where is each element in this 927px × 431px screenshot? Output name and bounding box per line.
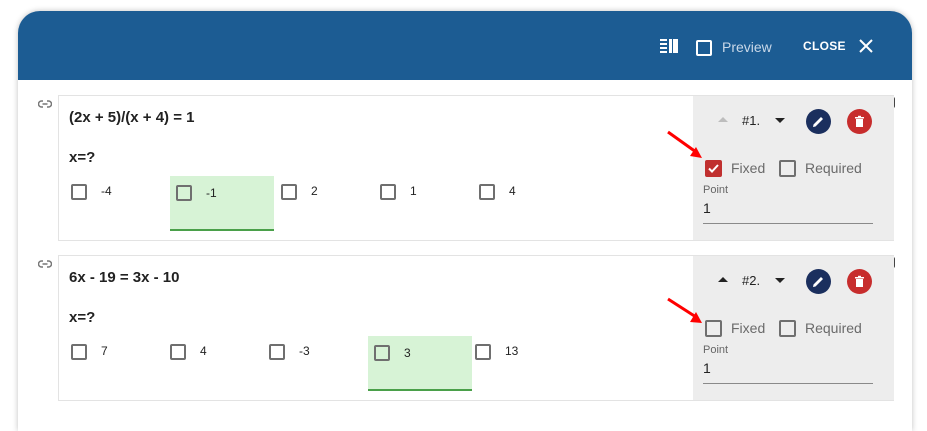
- preview-checkbox[interactable]: [696, 40, 712, 56]
- arrow-up-icon[interactable]: [718, 117, 728, 122]
- answer-checkbox[interactable]: [170, 344, 186, 360]
- point-label: Point: [703, 184, 729, 196]
- fixed-label: Fixed: [731, 160, 766, 176]
- answer-label: 7: [101, 344, 108, 358]
- delete-question-button[interactable]: [847, 109, 872, 134]
- answer-label: -4: [101, 184, 112, 198]
- answer-label: -3: [299, 344, 310, 358]
- close-icon[interactable]: [856, 36, 876, 56]
- question-number: #2.: [742, 273, 761, 288]
- answer-label: 2: [311, 184, 318, 198]
- answer-option[interactable]: 4: [478, 176, 582, 231]
- edit-question-button[interactable]: [806, 269, 831, 294]
- point-label: Point: [703, 344, 729, 356]
- link-icon[interactable]: [38, 259, 52, 269]
- pencil-icon: [813, 117, 823, 127]
- pencil-icon: [813, 277, 823, 287]
- answer-option[interactable]: 1: [379, 176, 483, 231]
- point-input[interactable]: 1: [703, 360, 873, 384]
- answer-checkbox[interactable]: [71, 184, 87, 200]
- question-settings-panel: #1. Fixed Required Point 1: [693, 96, 894, 240]
- fixed-checkbox[interactable]: [705, 320, 722, 337]
- answer-label: 4: [509, 184, 516, 198]
- layout-columns-icon[interactable]: [660, 39, 678, 53]
- question-title[interactable]: (2x + 5)/(x + 4) = 1: [69, 109, 195, 126]
- arrow-down-icon[interactable]: [775, 278, 785, 283]
- answer-label: 4: [200, 344, 207, 358]
- edit-question-button[interactable]: [806, 109, 831, 134]
- answer-checkbox[interactable]: [176, 185, 192, 201]
- arrow-up-icon[interactable]: [718, 277, 728, 282]
- answer-option[interactable]: -4: [70, 176, 174, 231]
- answer-option[interactable]: 2: [280, 176, 384, 231]
- required-label: Required: [805, 160, 862, 176]
- answer-label: 1: [410, 184, 417, 198]
- red-annotation-arrow: [667, 130, 702, 158]
- answer-checkbox[interactable]: [475, 344, 491, 360]
- answer-checkbox[interactable]: [71, 344, 87, 360]
- answer-option[interactable]: 7: [70, 336, 174, 391]
- question-settings-panel: #2. Fixed Required Point 1: [693, 256, 894, 400]
- answer-label: 3: [404, 346, 411, 360]
- fixed-checkbox[interactable]: [705, 160, 722, 177]
- answer-checkbox[interactable]: [380, 184, 396, 200]
- fixed-label: Fixed: [731, 320, 766, 336]
- arrow-down-icon[interactable]: [775, 118, 785, 123]
- required-checkbox[interactable]: [779, 320, 796, 337]
- preview-label: Preview: [722, 39, 772, 55]
- answer-option[interactable]: 13: [474, 336, 578, 391]
- answer-checkbox[interactable]: [269, 344, 285, 360]
- dialog-header: Preview CLOSE: [18, 11, 912, 80]
- answer-label: -1: [206, 186, 217, 200]
- answer-option-correct[interactable]: -1: [170, 176, 274, 231]
- required-checkbox[interactable]: [779, 160, 796, 177]
- question-subtitle[interactable]: x=?: [69, 309, 95, 326]
- red-annotation-arrow: [667, 297, 702, 323]
- delete-question-button[interactable]: [847, 269, 872, 294]
- answer-option[interactable]: -3: [268, 336, 372, 391]
- answer-checkbox[interactable]: [281, 184, 297, 200]
- trash-icon: [855, 115, 864, 127]
- question-card: (2x + 5)/(x + 4) = 1 x=? -4 -1 2 1 4 #1.: [58, 95, 894, 241]
- question-title[interactable]: 6x - 19 = 3x - 10: [69, 269, 180, 286]
- question-editor-dialog: Preview CLOSE (2x + 5)/(x + 4) = 1 x=? -…: [18, 11, 912, 431]
- question-number: #1.: [742, 113, 761, 128]
- point-input[interactable]: 1: [703, 200, 873, 224]
- link-icon[interactable]: [38, 99, 52, 109]
- question-subtitle[interactable]: x=?: [69, 149, 95, 166]
- answer-label: 13: [505, 344, 519, 358]
- trash-icon: [855, 275, 864, 287]
- answer-checkbox[interactable]: [374, 345, 390, 361]
- close-button[interactable]: CLOSE: [803, 39, 846, 53]
- question-card: 6x - 19 = 3x - 10 x=? 7 4 -3 3 13 #2. Fi…: [58, 255, 894, 401]
- required-label: Required: [805, 320, 862, 336]
- answer-option-correct[interactable]: 3: [368, 336, 472, 391]
- check-icon: [708, 164, 719, 173]
- answer-checkbox[interactable]: [479, 184, 495, 200]
- answer-option[interactable]: 4: [169, 336, 273, 391]
